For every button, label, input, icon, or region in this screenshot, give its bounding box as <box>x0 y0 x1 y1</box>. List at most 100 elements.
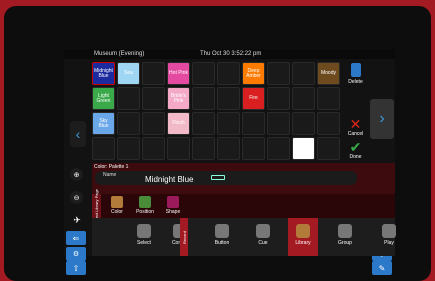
action-column: Delete ✕ Cancel ✔ Done <box>345 62 366 172</box>
zoom-out-icon: ⊖ <box>73 194 80 202</box>
palette-grid: Midnight Blue Sea Hot Pink Deep Amber Moody L… <box>92 62 345 161</box>
palette-cell[interactable] <box>142 137 165 160</box>
trash-icon <box>350 63 361 77</box>
toolbar-select[interactable]: Select <box>129 218 159 256</box>
cue-icon <box>256 224 270 238</box>
status-bar: Museum (Evening) Thu Oct 30 3:52:22 pm <box>64 49 395 59</box>
palette-cell[interactable] <box>117 137 140 160</box>
palette-cell[interactable] <box>142 112 165 135</box>
toolbar-group[interactable]: Group <box>330 218 360 256</box>
library-tab-color[interactable]: Color <box>105 196 129 218</box>
toolbar-button[interactable]: Button <box>207 218 237 256</box>
palette-cell[interactable]: Light Green <box>92 87 115 110</box>
zoom-out-button[interactable]: ⊖ <box>70 191 83 204</box>
color-icon <box>111 196 123 208</box>
chevron-left-icon: ‹ <box>75 126 81 142</box>
wrench-icon: ⚙ <box>72 251 80 258</box>
palette-cell[interactable] <box>217 137 240 160</box>
toolbar-label: Button <box>214 240 230 246</box>
zoom-in-button[interactable]: ⊕ <box>70 168 83 181</box>
done-label: Done <box>349 154 362 160</box>
palette-cell[interactable] <box>317 87 340 110</box>
next-page-button[interactable]: › <box>370 99 394 139</box>
cancel-label: Cancel <box>347 131 364 137</box>
palette-cell[interactable]: Flesh <box>167 112 190 135</box>
palette-cell[interactable] <box>292 112 315 135</box>
toolbar-cue[interactable]: Cue <box>248 218 278 256</box>
cancel-button[interactable]: ✕ Cancel <box>345 117 366 137</box>
airplane-icon: ✈ <box>73 214 81 225</box>
palette-cell[interactable] <box>267 137 290 160</box>
palette-cell[interactable] <box>292 62 315 85</box>
toolbar-label: Library <box>295 240 311 246</box>
library-tab-label: Shape <box>165 209 181 215</box>
previous-page-button[interactable]: ‹ <box>70 121 86 147</box>
bottom-toolbar: SelectControlButtonCueLibraryGroupPlay R… <box>92 218 396 256</box>
palette-cell[interactable]: Hot Pink <box>167 62 190 85</box>
toolbar-label: Cue <box>258 240 268 246</box>
palette-cell[interactable]: Sky Blue <box>92 112 115 135</box>
palette-cell[interactable] <box>142 87 165 110</box>
palette-cell[interactable] <box>117 87 140 110</box>
edit-button[interactable]: ✎ <box>372 261 392 275</box>
keyboard-icon[interactable] <box>211 175 225 180</box>
toolbar-label: Select <box>137 240 151 246</box>
settings-tools-button[interactable]: ⚙ <box>66 247 86 261</box>
library-tab-shape[interactable]: Shape <box>161 196 185 218</box>
palette-cell[interactable] <box>217 62 240 85</box>
palette-cell[interactable] <box>267 87 290 110</box>
palette-cell[interactable] <box>117 112 140 135</box>
palette-title: Color: Palette 1 <box>94 164 129 170</box>
zoom-in-icon: ⊕ <box>73 171 80 179</box>
airplane-button[interactable]: ✈ <box>70 214 84 226</box>
palette-cell[interactable] <box>92 137 115 160</box>
pencil-icon: ✎ <box>378 263 386 273</box>
palette-cell[interactable]: Midnight Blue <box>92 62 115 85</box>
palette-cell[interactable] <box>317 112 340 135</box>
palette-editor: Color: Palette 1 Name Midnight Blue <box>92 163 395 194</box>
library-tab-position[interactable]: Position <box>133 196 157 218</box>
palette-cell[interactable] <box>167 137 190 160</box>
toolbar-play[interactable]: Play <box>374 218 404 256</box>
name-field[interactable]: Name Midnight Blue <box>95 171 357 185</box>
palette-cell[interactable] <box>217 112 240 135</box>
check-icon: ✔ <box>349 139 362 155</box>
palette-cell[interactable] <box>292 87 315 110</box>
library-page-label: Select Library Page <box>92 189 101 223</box>
name-label: Name <box>103 172 117 178</box>
undo-button[interactable]: ⇐ <box>66 231 86 245</box>
arrow-up-icon: ⇧ <box>72 263 80 273</box>
done-button[interactable]: ✔ Done <box>345 140 366 160</box>
palette-cell[interactable] <box>192 112 215 135</box>
palette-cell[interactable] <box>317 137 340 160</box>
palette-cell[interactable] <box>267 62 290 85</box>
palette-cell[interactable] <box>192 62 215 85</box>
palette-cell[interactable] <box>292 137 315 160</box>
palette-cell[interactable] <box>217 87 240 110</box>
palette-cell[interactable] <box>142 62 165 85</box>
record-tab[interactable]: Record <box>180 218 188 256</box>
library-tab-label: Color <box>111 209 123 215</box>
palette-cell[interactable]: Moody <box>317 62 340 85</box>
library-tab-label: Position <box>136 209 154 215</box>
position-icon <box>139 196 151 208</box>
palette-cell[interactable]: Fire <box>242 87 265 110</box>
toolbar-label: Group <box>338 240 352 246</box>
palette-cell[interactable] <box>192 87 215 110</box>
home-button[interactable]: ⇧ <box>66 261 86 275</box>
palette-cell[interactable]: Deep Amber <box>242 62 265 85</box>
button-icon <box>215 224 229 238</box>
delete-button[interactable]: Delete <box>345 63 366 85</box>
delete-label: Delete <box>348 79 363 85</box>
library-page-selector: Select Library Page Color Position Shape <box>92 189 395 223</box>
toolbar-library[interactable]: Library <box>288 218 318 256</box>
shape-icon <box>167 196 179 208</box>
palette-cell[interactable]: Bride's Pink <box>167 87 190 110</box>
palette-cell[interactable]: Sea <box>117 62 140 85</box>
palette-cell[interactable] <box>192 137 215 160</box>
name-value: Midnight Blue <box>145 175 194 184</box>
group-icon <box>338 224 352 238</box>
palette-cell[interactable] <box>242 112 265 135</box>
palette-cell[interactable] <box>242 137 265 160</box>
palette-cell[interactable] <box>267 112 290 135</box>
